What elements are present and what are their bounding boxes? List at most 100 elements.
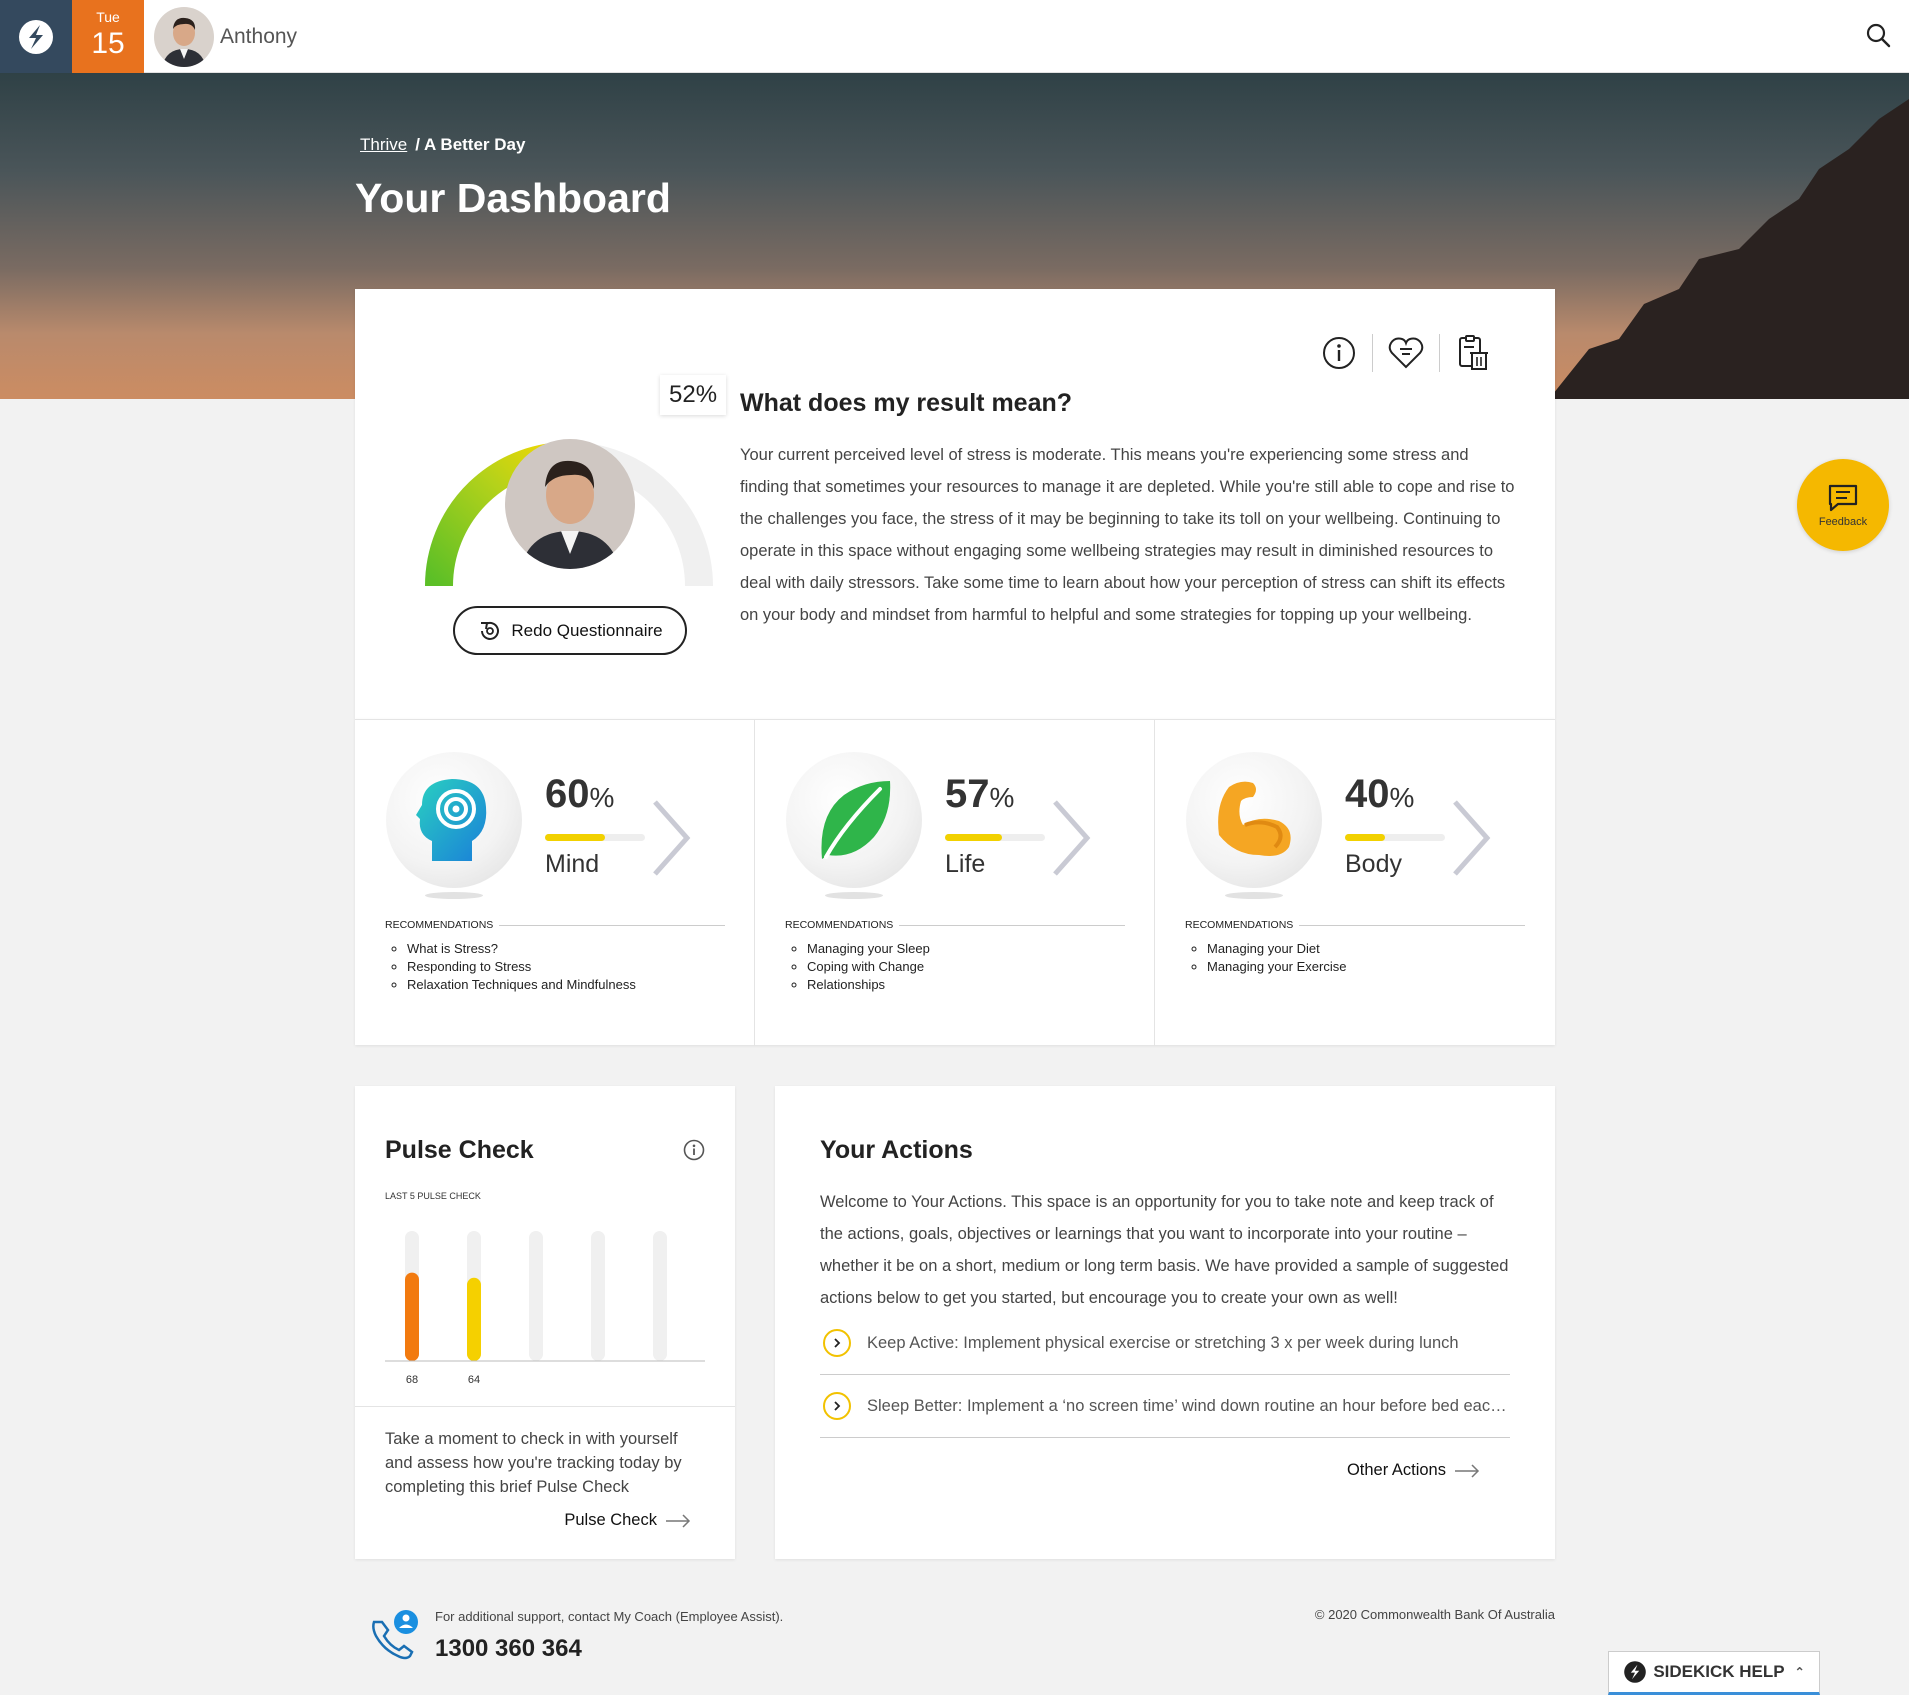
category-percent: 60% [545,772,615,816]
logo-icon [1624,1661,1647,1683]
date-day-of-week: Tue [96,9,120,25]
pulse-check-link[interactable]: Pulse Check [564,1511,691,1530]
category-progress-fill [945,834,1002,841]
other-actions-link[interactable]: Other Actions [1347,1461,1480,1480]
actions-description: Welcome to Your Actions. This space is a… [820,1193,1509,1307]
flexed-arm-icon [1218,781,1291,856]
pulse-check-card: Pulse Check LAST 5 PULSE CHECK 68 64 Take… [355,1086,735,1559]
arrow-right-icon [1455,1463,1480,1478]
category-life[interactable]: 57% Life RECOMMENDATIONS Managing your S… [755,720,1155,1046]
category-progress-fill [545,834,605,841]
info-icon[interactable] [683,1139,705,1166]
sidekick-help-button[interactable]: SIDEKICK HELP ⌃ [1608,1651,1820,1695]
divider [1372,334,1373,372]
bar-track [529,1231,543,1361]
copyright: © 2020 Commonwealth Bank Of Australia [1314,1607,1555,1622]
recommendation-item[interactable]: Relationships [807,976,930,994]
category-progress-bar [945,834,1045,841]
category-icon-circle [786,752,922,888]
result-description: Your current perceived level of stress i… [740,446,1515,624]
recommendation-item[interactable]: Coping with Change [807,958,930,976]
pulse-bar [405,1272,419,1361]
pulse-bar [467,1277,481,1361]
pulse-chart: 68 64 [385,1231,705,1386]
pulse-check-description: Take a moment to check in with yourself … [385,1430,682,1496]
support-phone-number[interactable]: 1300 360 364 [435,1635,582,1663]
chat-icon [1828,484,1858,511]
chevron-right-icon[interactable] [1051,798,1091,878]
action-item-text: Sleep Better: Implement a ‘no screen tim… [867,1396,1507,1415]
recommendations-list: Managing your Diet Managing your Exercis… [1207,940,1346,976]
mountain-silhouette [1549,99,1909,399]
category-progress-bar [545,834,645,841]
category-body[interactable]: 40% Body RECOMMENDATIONS Managing your D… [1155,720,1555,1046]
app-logo[interactable] [0,0,72,73]
page-title: Your Dashboard [355,175,671,221]
divider [355,1406,735,1407]
chevron-right-icon[interactable] [1451,798,1491,878]
category-mind[interactable]: 60% Mind RECOMMENDATIONS What is Stress?… [355,720,755,1046]
redo-questionnaire-button[interactable]: Redo Questionnaire [453,606,687,655]
icon-shadow [825,892,883,899]
recommendation-item[interactable]: Managing your Exercise [1207,958,1346,976]
category-progress-bar [1345,834,1445,841]
recommendation-item[interactable]: What is Stress? [407,940,636,958]
search-icon[interactable] [1865,22,1891,53]
other-actions-label: Other Actions [1346,1461,1446,1479]
clipboard-delete-icon[interactable] [1453,333,1493,373]
action-item[interactable]: Keep Active: Implement physical exercise… [820,1312,1510,1375]
recommendation-item[interactable]: Relaxation Techniques and Mindfulness [407,976,636,994]
bar-track [591,1231,605,1361]
recommendation-item[interactable]: Managing your Diet [1207,940,1346,958]
chevron-right-circle-icon [823,1392,851,1420]
recommendations-list: Managing your Sleep Coping with Change R… [807,940,930,994]
category-name: Body [1345,850,1402,878]
action-item-text: Keep Active: Implement physical exercise… [867,1333,1459,1352]
chevron-right-circle-icon [823,1329,851,1357]
recommendation-item[interactable]: Responding to Stress [407,958,636,976]
leaf-icon [821,781,891,859]
info-icon[interactable] [1319,333,1359,373]
head-target-icon [416,779,487,861]
top-bar: Tue 15 Anthony [0,0,1909,73]
date-day: 15 [91,27,125,60]
category-row: 60% Mind RECOMMENDATIONS What is Stress?… [355,719,1555,1046]
breadcrumb-current: / A Better Day [415,135,526,154]
pulse-chart-subtitle: LAST 5 PULSE CHECK [385,1191,481,1201]
bar-track [653,1231,667,1361]
recommendation-item[interactable]: Managing your Sleep [807,940,930,958]
icon-shadow [425,892,483,899]
breadcrumb: Thrive / A Better Day [360,135,525,155]
recommendations-heading: RECOMMENDATIONS [785,919,1125,931]
chevron-right-icon[interactable] [651,798,691,878]
user-avatar[interactable] [154,7,214,67]
heart-list-icon[interactable] [1386,333,1426,373]
category-progress-fill [1345,834,1385,841]
category-icon-circle [1186,752,1322,888]
sidekick-help-label: SIDEKICK HELP [1653,1662,1785,1681]
user-name[interactable]: Anthony [220,25,297,49]
pulse-bar-label: 64 [468,1374,480,1386]
logo-icon [19,19,53,54]
pulse-check-title: Pulse Check [385,1136,534,1164]
redo-label: Redo Questionnaire [511,620,663,640]
category-name: Life [945,850,986,878]
result-card: 52% Redo Questionnaire What does my resu… [355,289,1555,719]
category-percent: 57% [945,772,1015,816]
category-name: Mind [545,850,600,878]
feedback-label: Feedback [1818,515,1868,528]
action-item[interactable]: Sleep Better: Implement a ‘no screen tim… [820,1375,1510,1438]
divider [1439,334,1440,372]
recommendations-heading: RECOMMENDATIONS [1185,919,1525,931]
category-icon-circle [386,752,522,888]
breadcrumb-root-link[interactable]: Thrive [360,135,407,154]
pulse-bar-label: 68 [406,1374,418,1386]
gauge-percent: 52% [660,375,727,415]
recommendations-heading: RECOMMENDATIONS [385,919,725,931]
phone-support-icon [368,1608,422,1667]
feedback-button[interactable]: Feedback [1797,459,1889,551]
chevron-up-icon: ⌃ [1794,1665,1805,1679]
arrow-right-icon [666,1513,691,1528]
result-actions [1319,333,1493,373]
result-title: What does my result mean? [740,389,1073,417]
